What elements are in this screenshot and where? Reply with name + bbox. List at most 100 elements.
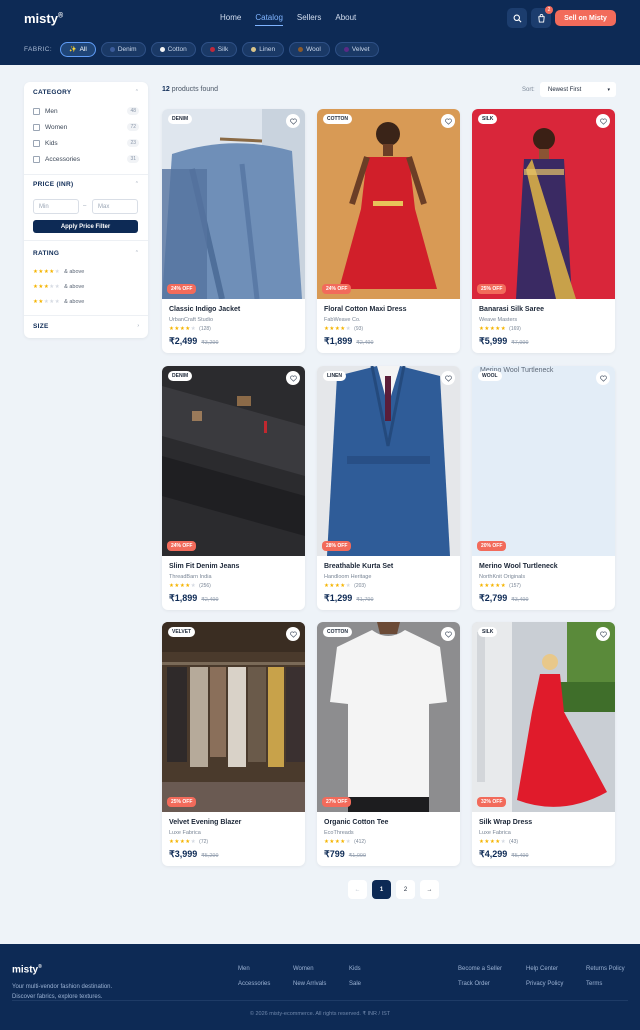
heart-icon[interactable]	[596, 114, 610, 128]
category-women[interactable]: Women 72	[33, 122, 139, 132]
search-button[interactable]	[507, 8, 527, 28]
apply-price-filter-button[interactable]: Apply Price Filter	[33, 220, 138, 233]
cotton-swatch-icon	[159, 47, 165, 52]
footer-link-sale[interactable]: Sale	[349, 981, 361, 987]
product-image[interactable]: DENIM 24% OFF	[162, 366, 305, 556]
prev-page-button[interactable]: ←	[348, 880, 367, 899]
product-brand: Handloom Heritage	[324, 574, 372, 580]
heart-icon[interactable]	[596, 371, 610, 385]
page-2-button[interactable]: 2	[396, 880, 415, 899]
product-rating: ★★★★★ (157)	[479, 583, 521, 589]
heart-icon[interactable]	[286, 627, 300, 641]
product-card[interactable]: COTTON 24% OFF Floral Cotton Maxi Dress …	[317, 109, 460, 353]
fabric-chip-all[interactable]: ✨ All	[60, 42, 96, 57]
fabric-chip-denim[interactable]: Denim	[100, 42, 146, 57]
footer-link-privacy[interactable]: Privacy Policy	[526, 981, 563, 987]
chevron-up-icon[interactable]: ⌃	[135, 181, 139, 187]
product-name[interactable]: Organic Cotton Tee	[324, 819, 388, 826]
chevron-right-icon[interactable]: ›	[137, 323, 139, 329]
divider	[24, 174, 148, 175]
fabric-chip-linen[interactable]: Linen	[242, 42, 285, 57]
category-kids[interactable]: Kids 23	[33, 138, 139, 148]
nav-catalog[interactable]: Catalog	[255, 13, 283, 26]
product-card[interactable]: DENIM 24% OFF Classic Indigo Jacket Urba…	[162, 109, 305, 353]
checkbox[interactable]	[33, 107, 40, 115]
product-image[interactable]: LINEN 28% OFF	[317, 366, 460, 556]
checkbox[interactable]	[33, 123, 40, 131]
product-image[interactable]: Merino Wool Turtleneck WOOL 20% OFF	[472, 366, 615, 556]
heart-icon[interactable]	[286, 371, 300, 385]
nav-home[interactable]: Home	[220, 13, 241, 26]
heart-icon[interactable]	[596, 627, 610, 641]
chevron-up-icon[interactable]: ⌃	[135, 89, 139, 95]
min-price-input[interactable]: Min	[33, 199, 79, 214]
product-card[interactable]: DENIM 24% OFF Slim Fit Denim Jeans Threa…	[162, 366, 305, 610]
footer-link-new-arrivals[interactable]: New Arrivals	[293, 981, 326, 987]
category-accessories[interactable]: Accessories 31	[33, 154, 139, 164]
fabric-chip-velvet[interactable]: Velvet	[334, 42, 379, 57]
footer-link-terms[interactable]: Terms	[586, 981, 602, 987]
footer-link-track-order[interactable]: Track Order	[458, 981, 490, 987]
product-card[interactable]: VELVET 25% OFF Velvet Evening Blazer Lux…	[162, 622, 305, 866]
footer-link-men[interactable]: Men	[238, 966, 250, 972]
fabric-filter-bar: FABRIC: ✨ All Denim Cotton Silk Linen Woo…	[24, 42, 379, 57]
product-name[interactable]: Velvet Evening Blazer	[169, 819, 241, 826]
next-page-button[interactable]: →	[420, 880, 439, 899]
page-1-button[interactable]: 1	[372, 880, 391, 899]
product-card[interactable]: SILK 32% OFF Silk Wrap Dress Luxe Fabric…	[472, 622, 615, 866]
product-card[interactable]: SILK 25% OFF Banarasi Silk Saree Weave M…	[472, 109, 615, 353]
product-card[interactable]: Merino Wool Turtleneck WOOL 20% OFF Meri…	[472, 366, 615, 610]
denim-swatch-icon	[109, 47, 115, 52]
fabric-tag: COTTON	[323, 627, 353, 637]
checkbox[interactable]	[33, 139, 40, 147]
product-image[interactable]: VELVET 25% OFF	[162, 622, 305, 812]
product-name[interactable]: Banarasi Silk Saree	[479, 306, 544, 313]
footer-link-accessories[interactable]: Accessories	[238, 981, 270, 987]
product-image[interactable]: COTTON 27% OFF	[317, 622, 460, 812]
product-image[interactable]: SILK 32% OFF	[472, 622, 615, 812]
product-name[interactable]: Silk Wrap Dress	[479, 819, 532, 826]
fabric-chip-cotton[interactable]: Cotton	[150, 42, 196, 57]
stars-icon: ★★★★★	[479, 326, 507, 332]
sort-select[interactable]: Newest First ▾	[540, 82, 616, 97]
product-card[interactable]: COTTON 27% OFF Organic Cotton Tee EcoThr…	[317, 622, 460, 866]
heart-icon[interactable]	[441, 627, 455, 641]
product-rating: ★★★★★ (169)	[479, 326, 521, 332]
cart-button[interactable]: 2	[531, 6, 553, 28]
checkbox[interactable]	[33, 155, 40, 163]
product-name[interactable]: Breathable Kurta Set	[324, 563, 393, 570]
product-image[interactable]: COTTON 24% OFF	[317, 109, 460, 299]
sell-on-misty-button[interactable]: Sell on Misty	[555, 10, 616, 26]
product-name[interactable]: Floral Cotton Maxi Dress	[324, 306, 406, 313]
nav-about[interactable]: About	[335, 13, 356, 26]
footer-link-become-seller[interactable]: Become a Seller	[458, 966, 502, 972]
discount-badge: 24% OFF	[322, 284, 352, 294]
logo[interactable]: misty®	[24, 11, 63, 26]
footer-link-kids[interactable]: Kids	[349, 966, 361, 972]
footer-logo[interactable]: misty®	[12, 964, 42, 975]
product-card[interactable]: LINEN 28% OFF Breathable Kurta Set Handl…	[317, 366, 460, 610]
rating-option-3[interactable]: ★★★★★ & above	[33, 284, 84, 290]
footer-link-help-center[interactable]: Help Center	[526, 966, 558, 972]
product-name[interactable]: Slim Fit Denim Jeans	[169, 563, 239, 570]
chevron-up-icon[interactable]: ⌃	[135, 250, 139, 256]
product-image[interactable]: SILK 25% OFF	[472, 109, 615, 299]
footer-link-women[interactable]: Women	[293, 966, 314, 972]
rating-option-4[interactable]: ★★★★★ & above	[33, 269, 84, 275]
product-image[interactable]: DENIM 24% OFF	[162, 109, 305, 299]
stars-icon: ★★★★★	[33, 269, 61, 275]
footer-link-returns[interactable]: Returns Policy	[586, 966, 625, 972]
product-price: ₹1,899 ₹2,499	[169, 593, 219, 603]
category-men[interactable]: Men 48	[33, 106, 139, 116]
heart-icon[interactable]	[441, 114, 455, 128]
max-price-input[interactable]: Max	[92, 199, 138, 214]
product-name[interactable]: Classic Indigo Jacket	[169, 306, 240, 313]
heart-icon[interactable]	[441, 371, 455, 385]
rating-option-2[interactable]: ★★★★★ & above	[33, 299, 84, 305]
nav-sellers[interactable]: Sellers	[297, 13, 321, 26]
fabric-chip-wool[interactable]: Wool	[289, 42, 330, 57]
product-brand: Weave Masters	[479, 317, 518, 323]
fabric-chip-silk[interactable]: Silk	[200, 42, 238, 57]
heart-icon[interactable]	[286, 114, 300, 128]
product-name[interactable]: Merino Wool Turtleneck	[479, 563, 558, 570]
